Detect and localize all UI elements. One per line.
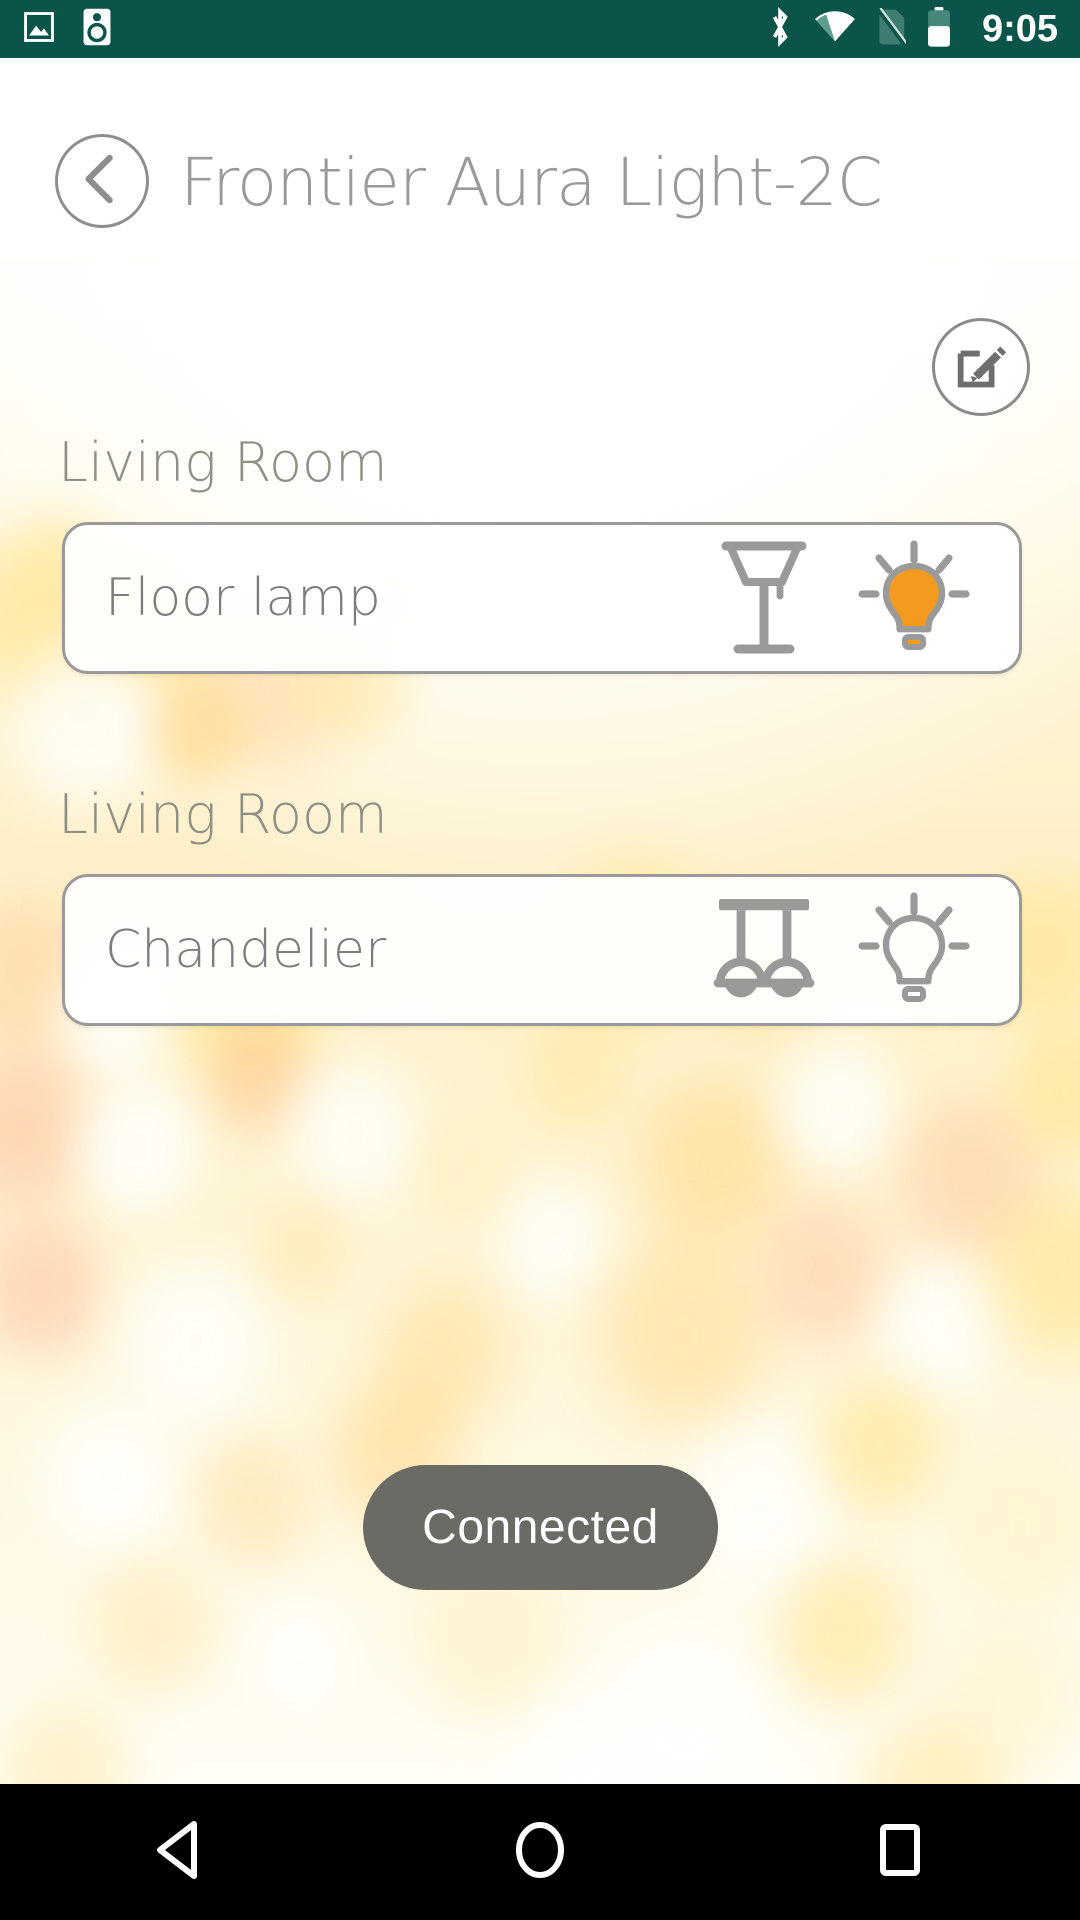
back-chevron-icon — [80, 152, 124, 211]
status-bar: 9:05 — [0, 0, 1080, 58]
back-button[interactable] — [55, 134, 149, 228]
wifi-icon — [814, 10, 856, 49]
home-circle-icon — [512, 1820, 568, 1885]
app-screen: 9:05 Frontier Aura Light-2C Living Room … — [0, 0, 1080, 1920]
battery-icon — [926, 6, 952, 52]
status-bar-right-icons: 9:05 — [766, 6, 1058, 52]
chandelier-icon — [689, 889, 839, 1011]
screenshot-icon — [22, 10, 56, 49]
nav-home-button[interactable] — [440, 1820, 640, 1885]
bluetooth-icon — [766, 6, 794, 52]
nav-back-button[interactable] — [80, 1820, 280, 1885]
bulb-on-icon[interactable] — [839, 538, 989, 658]
device-name: Floor lamp — [105, 568, 381, 628]
device-group-2: Living Room Chandelier — [0, 782, 1080, 1026]
recents-square-icon — [874, 1820, 926, 1885]
nav-recents-button[interactable] — [800, 1820, 1000, 1885]
status-bar-clock: 9:05 — [981, 8, 1058, 50]
android-navigation-bar — [0, 1784, 1080, 1920]
connection-status-label: Connected — [422, 1501, 659, 1554]
room-label: Living Room — [58, 783, 388, 846]
page-title: Frontier Aura Light-2C — [180, 144, 883, 221]
device-card-floor-lamp[interactable]: Floor lamp — [62, 522, 1022, 674]
edit-pencil-icon — [954, 338, 1008, 397]
status-bar-left-icons — [22, 8, 112, 51]
floor-lamp-icon — [689, 534, 839, 662]
page-header: Frontier Aura Light-2C — [0, 58, 1080, 258]
connection-status-button[interactable]: Connected — [363, 1465, 718, 1590]
back-triangle-icon — [152, 1820, 208, 1885]
bulb-off-icon[interactable] — [839, 890, 989, 1010]
device-name: Chandelier — [105, 920, 387, 980]
no-sim-icon — [876, 6, 909, 51]
device-group-1: Living Room Floor lamp — [0, 430, 1080, 674]
device-card-chandelier[interactable]: Chandelier — [62, 874, 1022, 1026]
edit-button[interactable] — [932, 318, 1030, 416]
room-label: Living Room — [58, 431, 388, 494]
speaker-icon — [82, 8, 112, 51]
